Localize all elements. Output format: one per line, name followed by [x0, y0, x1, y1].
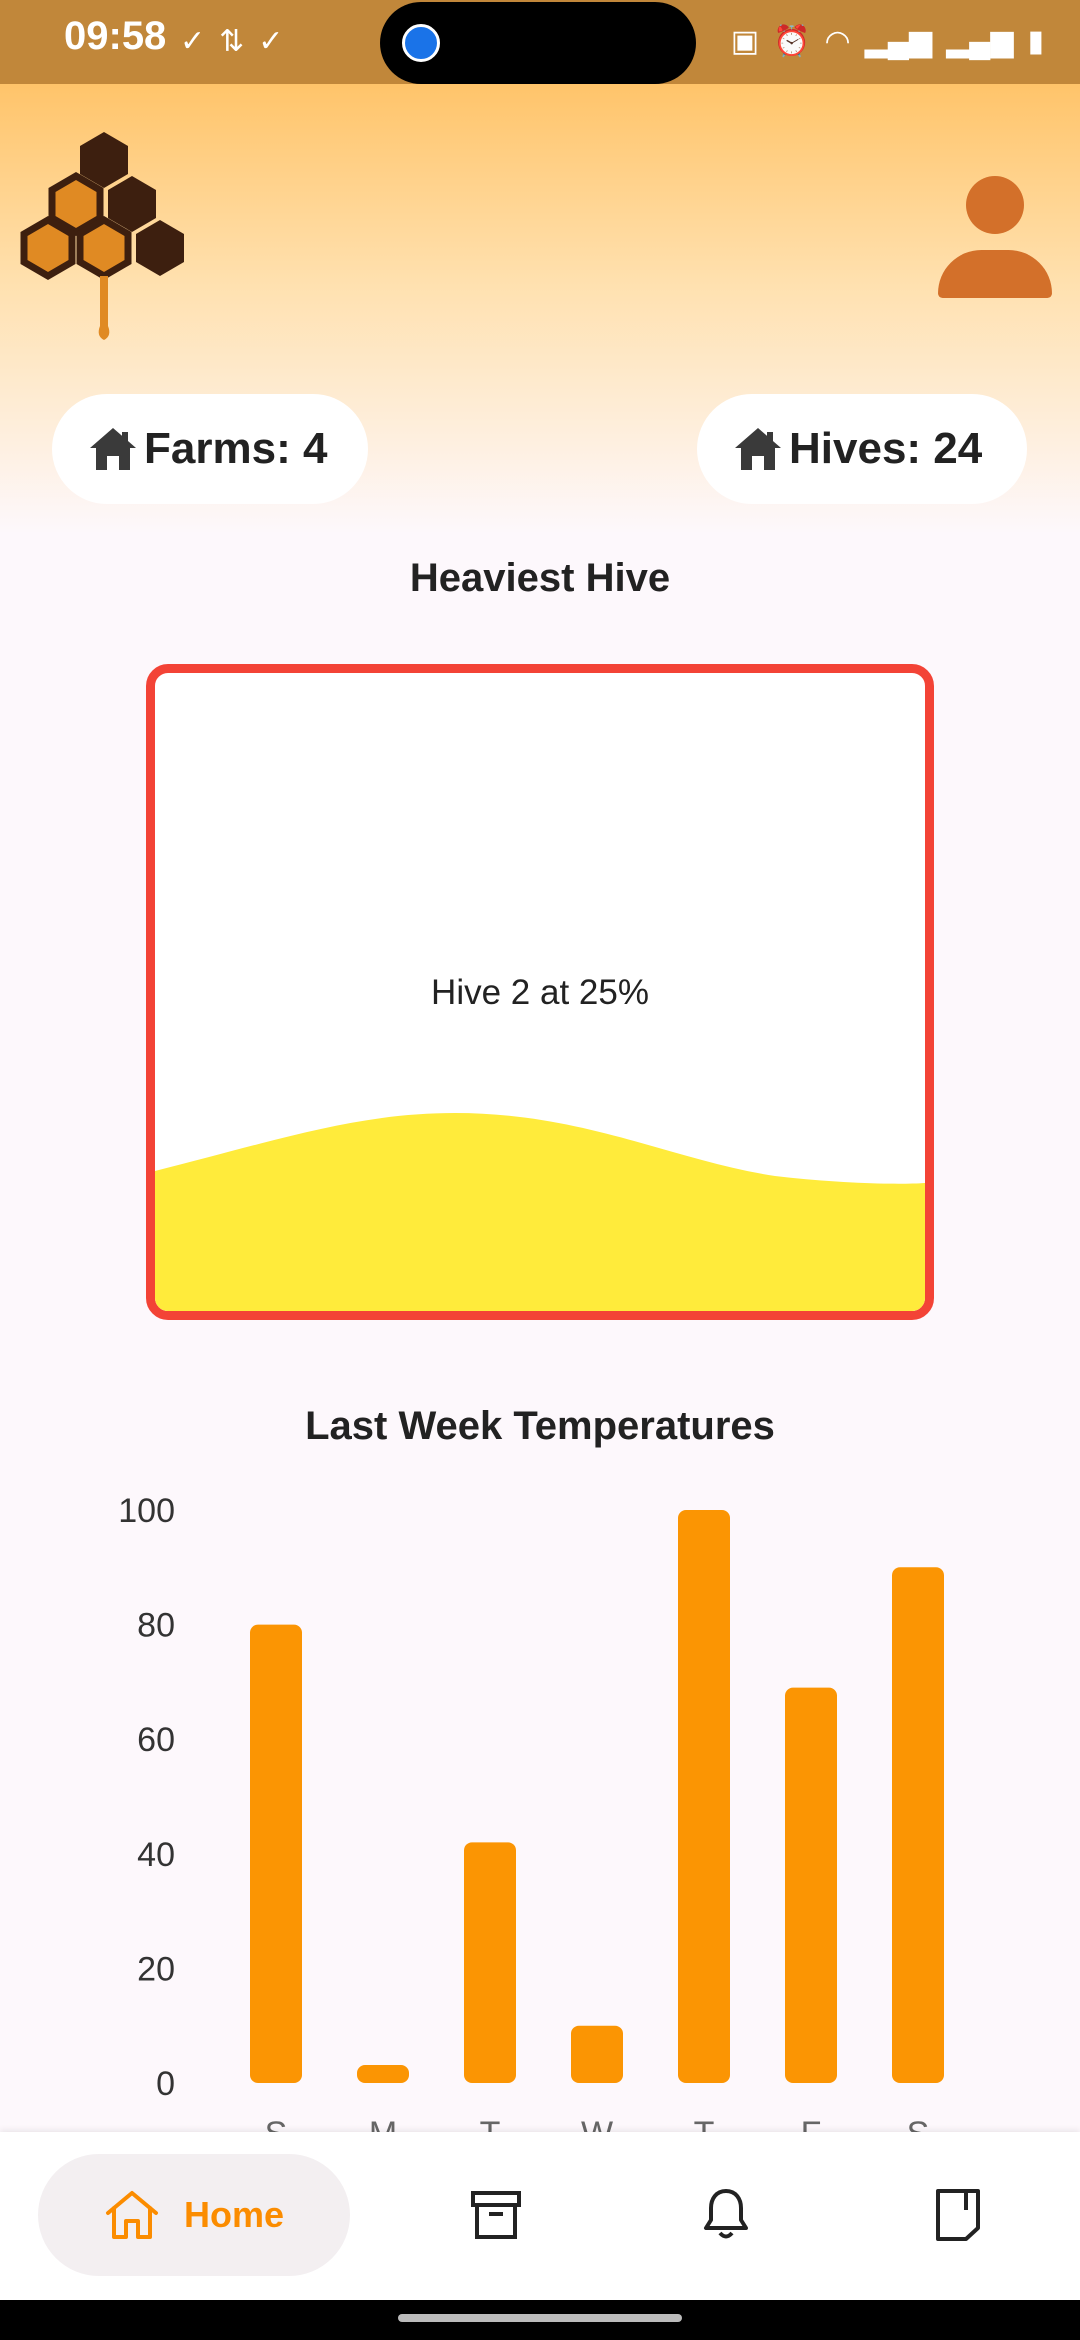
y-tick-label: 60: [137, 1721, 175, 1759]
y-tick-label: 0: [156, 2065, 175, 2103]
temperature-bar[interactable]: [678, 1510, 730, 2083]
hive-fill-wave: [155, 1113, 925, 1311]
notebook-icon[interactable]: [934, 2188, 982, 2242]
y-tick-label: 20: [137, 1950, 175, 1988]
signal-icon: ▂▄▆: [864, 25, 933, 58]
y-tick-label: 40: [137, 1836, 175, 1874]
honeycomb-logo-icon: [20, 132, 184, 340]
bottom-navigation: Home: [0, 2132, 1080, 2300]
battery-icon: ▮: [1027, 25, 1044, 58]
temperature-bar[interactable]: [785, 1687, 837, 2083]
avatar-body: [938, 250, 1052, 298]
hives-count-label: Hives: 24: [789, 424, 983, 473]
heaviest-hive-card[interactable]: Hive 2 at 25%: [146, 664, 934, 1320]
heaviest-hive-text: Hive 2 at 25%: [431, 973, 649, 1012]
camera-cutout: [380, 2, 696, 84]
temperature-bar-chart: 020406080100S M T W T F S: [118, 1492, 944, 2140]
temperature-bar[interactable]: [464, 1842, 516, 2083]
alarm-icon: ⏰: [773, 25, 811, 58]
archive-icon[interactable]: [470, 2190, 522, 2240]
screen-recorder-icon: [402, 24, 440, 62]
gesture-bar: [0, 2300, 1080, 2340]
nav-home-button[interactable]: Home: [38, 2154, 350, 2276]
home-icon: [105, 2191, 158, 2239]
temperature-bar[interactable]: [357, 2065, 409, 2083]
house-icon: [90, 428, 136, 470]
wifi-icon: ◠: [824, 25, 851, 58]
signal-icon: ▂▄▆: [946, 25, 1014, 58]
status-time: 09:58: [64, 14, 167, 58]
status-right-icons: ▣ ⏰ ◠ ▂▄▆ ▂▄▆ ▮: [731, 22, 1044, 62]
avatar-head: [966, 176, 1024, 234]
house-icon: [735, 428, 781, 470]
hives-count-badge[interactable]: Hives: 24: [697, 394, 1027, 504]
status-bar: 09:58 ✓ ⇅ ✓ ▣ ⏰ ◠ ▂▄▆ ▂▄▆ ▮: [0, 0, 1080, 84]
temperature-bar[interactable]: [571, 2025, 623, 2083]
status-left-icons: ✓ ⇅ ✓: [180, 22, 283, 62]
chart-title: Last Week Temperatures: [305, 1404, 775, 1448]
farms-count-badge[interactable]: Farms: 4: [52, 394, 368, 504]
check-circle-icon: ✓: [180, 25, 206, 58]
y-tick-label: 100: [118, 1492, 175, 1530]
battery-saver-icon: ▣: [730, 25, 760, 58]
heaviest-hive-title: Heaviest Hive: [409, 556, 671, 600]
profile-avatar-button[interactable]: [934, 176, 1054, 300]
home-indicator[interactable]: [398, 2314, 682, 2322]
y-tick-label: 80: [137, 1607, 175, 1645]
farms-count-label: Farms: 4: [144, 424, 328, 473]
nav-home-label: Home: [183, 2194, 285, 2235]
temperature-bar[interactable]: [892, 1567, 944, 2083]
transfer-icon: ⇅: [219, 25, 245, 58]
bell-icon[interactable]: [702, 2186, 750, 2242]
temperature-bar[interactable]: [250, 1624, 302, 2083]
check-circle-icon: ✓: [258, 25, 284, 58]
